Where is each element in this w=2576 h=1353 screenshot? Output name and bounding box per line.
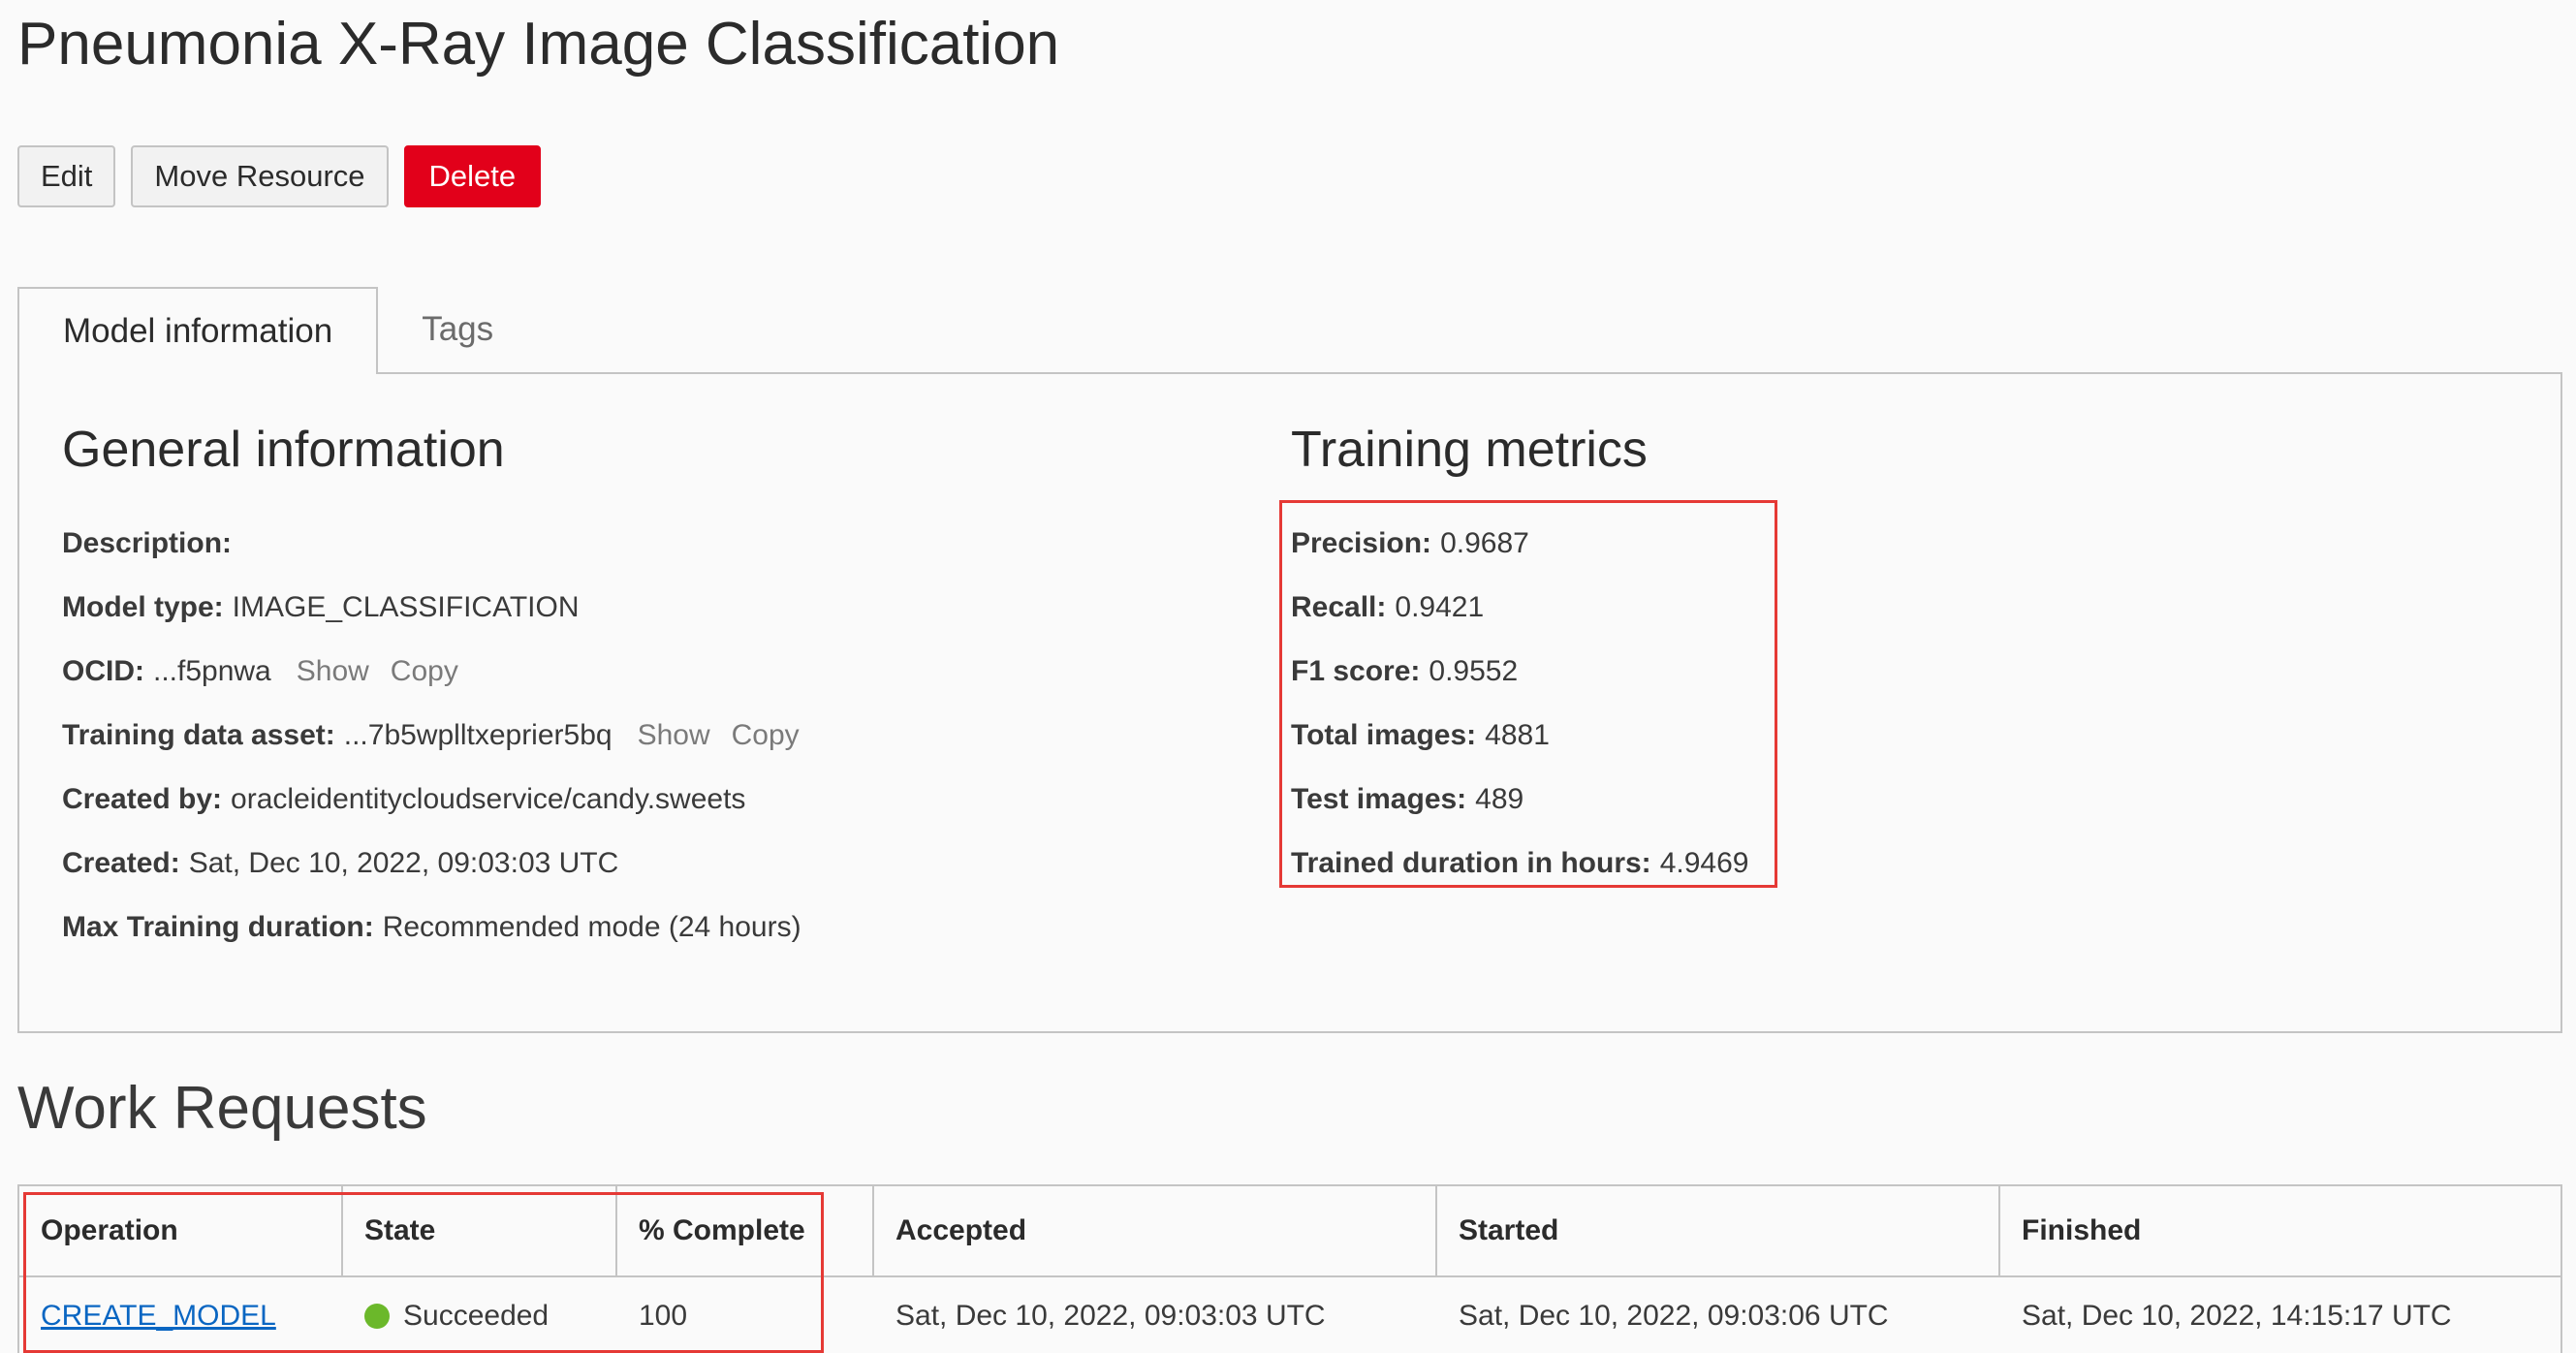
column-header-started[interactable]: Started (1437, 1186, 2000, 1275)
action-bar: Edit Move Resource Delete (17, 145, 542, 207)
move-resource-button[interactable]: Move Resource (131, 145, 389, 207)
model-information-panel: General information Description: Model t… (17, 372, 2562, 1033)
description-row: Description: (62, 512, 801, 576)
created-value: Sat, Dec 10, 2022, 09:03:03 UTC (188, 847, 619, 879)
model-type-label: Model type: (62, 591, 224, 623)
precision-value: 0.9687 (1440, 527, 1529, 559)
column-header-operation[interactable]: Operation (19, 1186, 343, 1275)
trained-duration-value: 4.9469 (1659, 847, 1749, 879)
tab-model-information[interactable]: Model information (17, 287, 379, 374)
operation-cell: CREATE_MODEL (19, 1277, 343, 1353)
accepted-cell: Sat, Dec 10, 2022, 09:03:03 UTC (895, 1300, 1326, 1332)
f1-score-value: 0.9552 (1429, 655, 1519, 687)
general-information-list: Description: Model type: IMAGE_CLASSIFIC… (62, 512, 801, 960)
max-training-duration-value: Recommended mode (24 hours) (382, 911, 801, 943)
description-label: Description: (62, 527, 233, 559)
table-row: CREATE_MODEL Succeeded 100 Sat, Dec 10, … (19, 1277, 2560, 1353)
column-header-complete[interactable]: % Complete (617, 1186, 874, 1275)
complete-cell: 100 (639, 1300, 688, 1332)
training-metrics-title: Training metrics (1291, 422, 1648, 478)
tab-bar: Model information Tags (17, 287, 537, 374)
created-by-value: oracleidentitycloudservice/candy.sweets (231, 783, 746, 815)
trained-duration-label: Trained duration in hours: (1291, 847, 1651, 879)
precision-label: Precision: (1291, 527, 1432, 559)
training-data-asset-value: ...7b5wplltxeprier5bq (343, 719, 613, 751)
ocid-copy-link[interactable]: Copy (391, 655, 458, 688)
recall-row: Recall: 0.9421 (1291, 576, 1748, 640)
state-value: Succeeded (403, 1300, 550, 1332)
total-images-row: Total images: 4881 (1291, 704, 1748, 768)
table-header: Operation State % Complete Accepted Star… (19, 1186, 2560, 1277)
test-images-label: Test images: (1291, 783, 1467, 815)
create-model-link[interactable]: CREATE_MODEL (41, 1300, 276, 1333)
test-images-row: Test images: 489 (1291, 768, 1748, 832)
training-data-asset-copy-link[interactable]: Copy (732, 719, 800, 752)
page: Pneumonia X-Ray Image Classification Edi… (0, 0, 2576, 1353)
column-header-state[interactable]: State (343, 1186, 617, 1275)
succeeded-status-icon (364, 1304, 390, 1329)
training-data-asset-show-link[interactable]: Show (638, 719, 710, 752)
column-header-finished[interactable]: Finished (2000, 1186, 2560, 1275)
work-requests-title: Work Requests (17, 1075, 427, 1142)
training-data-asset-row: Training data asset: ...7b5wplltxeprier5… (62, 704, 801, 768)
ocid-show-link[interactable]: Show (297, 655, 369, 688)
finished-cell: Sat, Dec 10, 2022, 14:15:17 UTC (2022, 1300, 2452, 1332)
total-images-value: 4881 (1485, 719, 1550, 751)
created-row: Created: Sat, Dec 10, 2022, 09:03:03 UTC (62, 832, 801, 896)
started-cell: Sat, Dec 10, 2022, 09:03:06 UTC (1459, 1300, 1889, 1332)
recall-label: Recall: (1291, 591, 1387, 623)
max-training-duration-label: Max Training duration: (62, 911, 374, 943)
created-by-label: Created by: (62, 783, 223, 815)
delete-button[interactable]: Delete (403, 145, 542, 207)
created-label: Created: (62, 847, 180, 879)
ocid-value: ...f5pnwa (153, 655, 271, 687)
edit-button[interactable]: Edit (17, 145, 116, 207)
column-header-accepted[interactable]: Accepted (874, 1186, 1437, 1275)
training-metrics-list: Precision: 0.9687 Recall: 0.9421 F1 scor… (1291, 512, 1748, 896)
work-requests-table: Operation State % Complete Accepted Star… (17, 1184, 2562, 1353)
recall-value: 0.9421 (1395, 591, 1485, 623)
page-title: Pneumonia X-Ray Image Classification (17, 11, 1060, 78)
f1-score-label: F1 score: (1291, 655, 1421, 687)
precision-row: Precision: 0.9687 (1291, 512, 1748, 576)
training-data-asset-label: Training data asset: (62, 719, 335, 751)
ocid-row: OCID: ...f5pnwa Show Copy (62, 640, 801, 704)
model-type-row: Model type: IMAGE_CLASSIFICATION (62, 576, 801, 640)
ocid-label: OCID: (62, 655, 144, 687)
general-information-title: General information (62, 422, 505, 478)
test-images-value: 489 (1475, 783, 1524, 815)
created-by-row: Created by: oracleidentitycloudservice/c… (62, 768, 801, 832)
total-images-label: Total images: (1291, 719, 1477, 751)
state-cell: Succeeded (343, 1277, 617, 1353)
model-type-value: IMAGE_CLASSIFICATION (232, 591, 580, 623)
f1-score-row: F1 score: 0.9552 (1291, 640, 1748, 704)
tab-tags[interactable]: Tags (378, 287, 537, 372)
trained-duration-row: Trained duration in hours: 4.9469 (1291, 832, 1748, 896)
max-training-duration-row: Max Training duration: Recommended mode … (62, 896, 801, 960)
